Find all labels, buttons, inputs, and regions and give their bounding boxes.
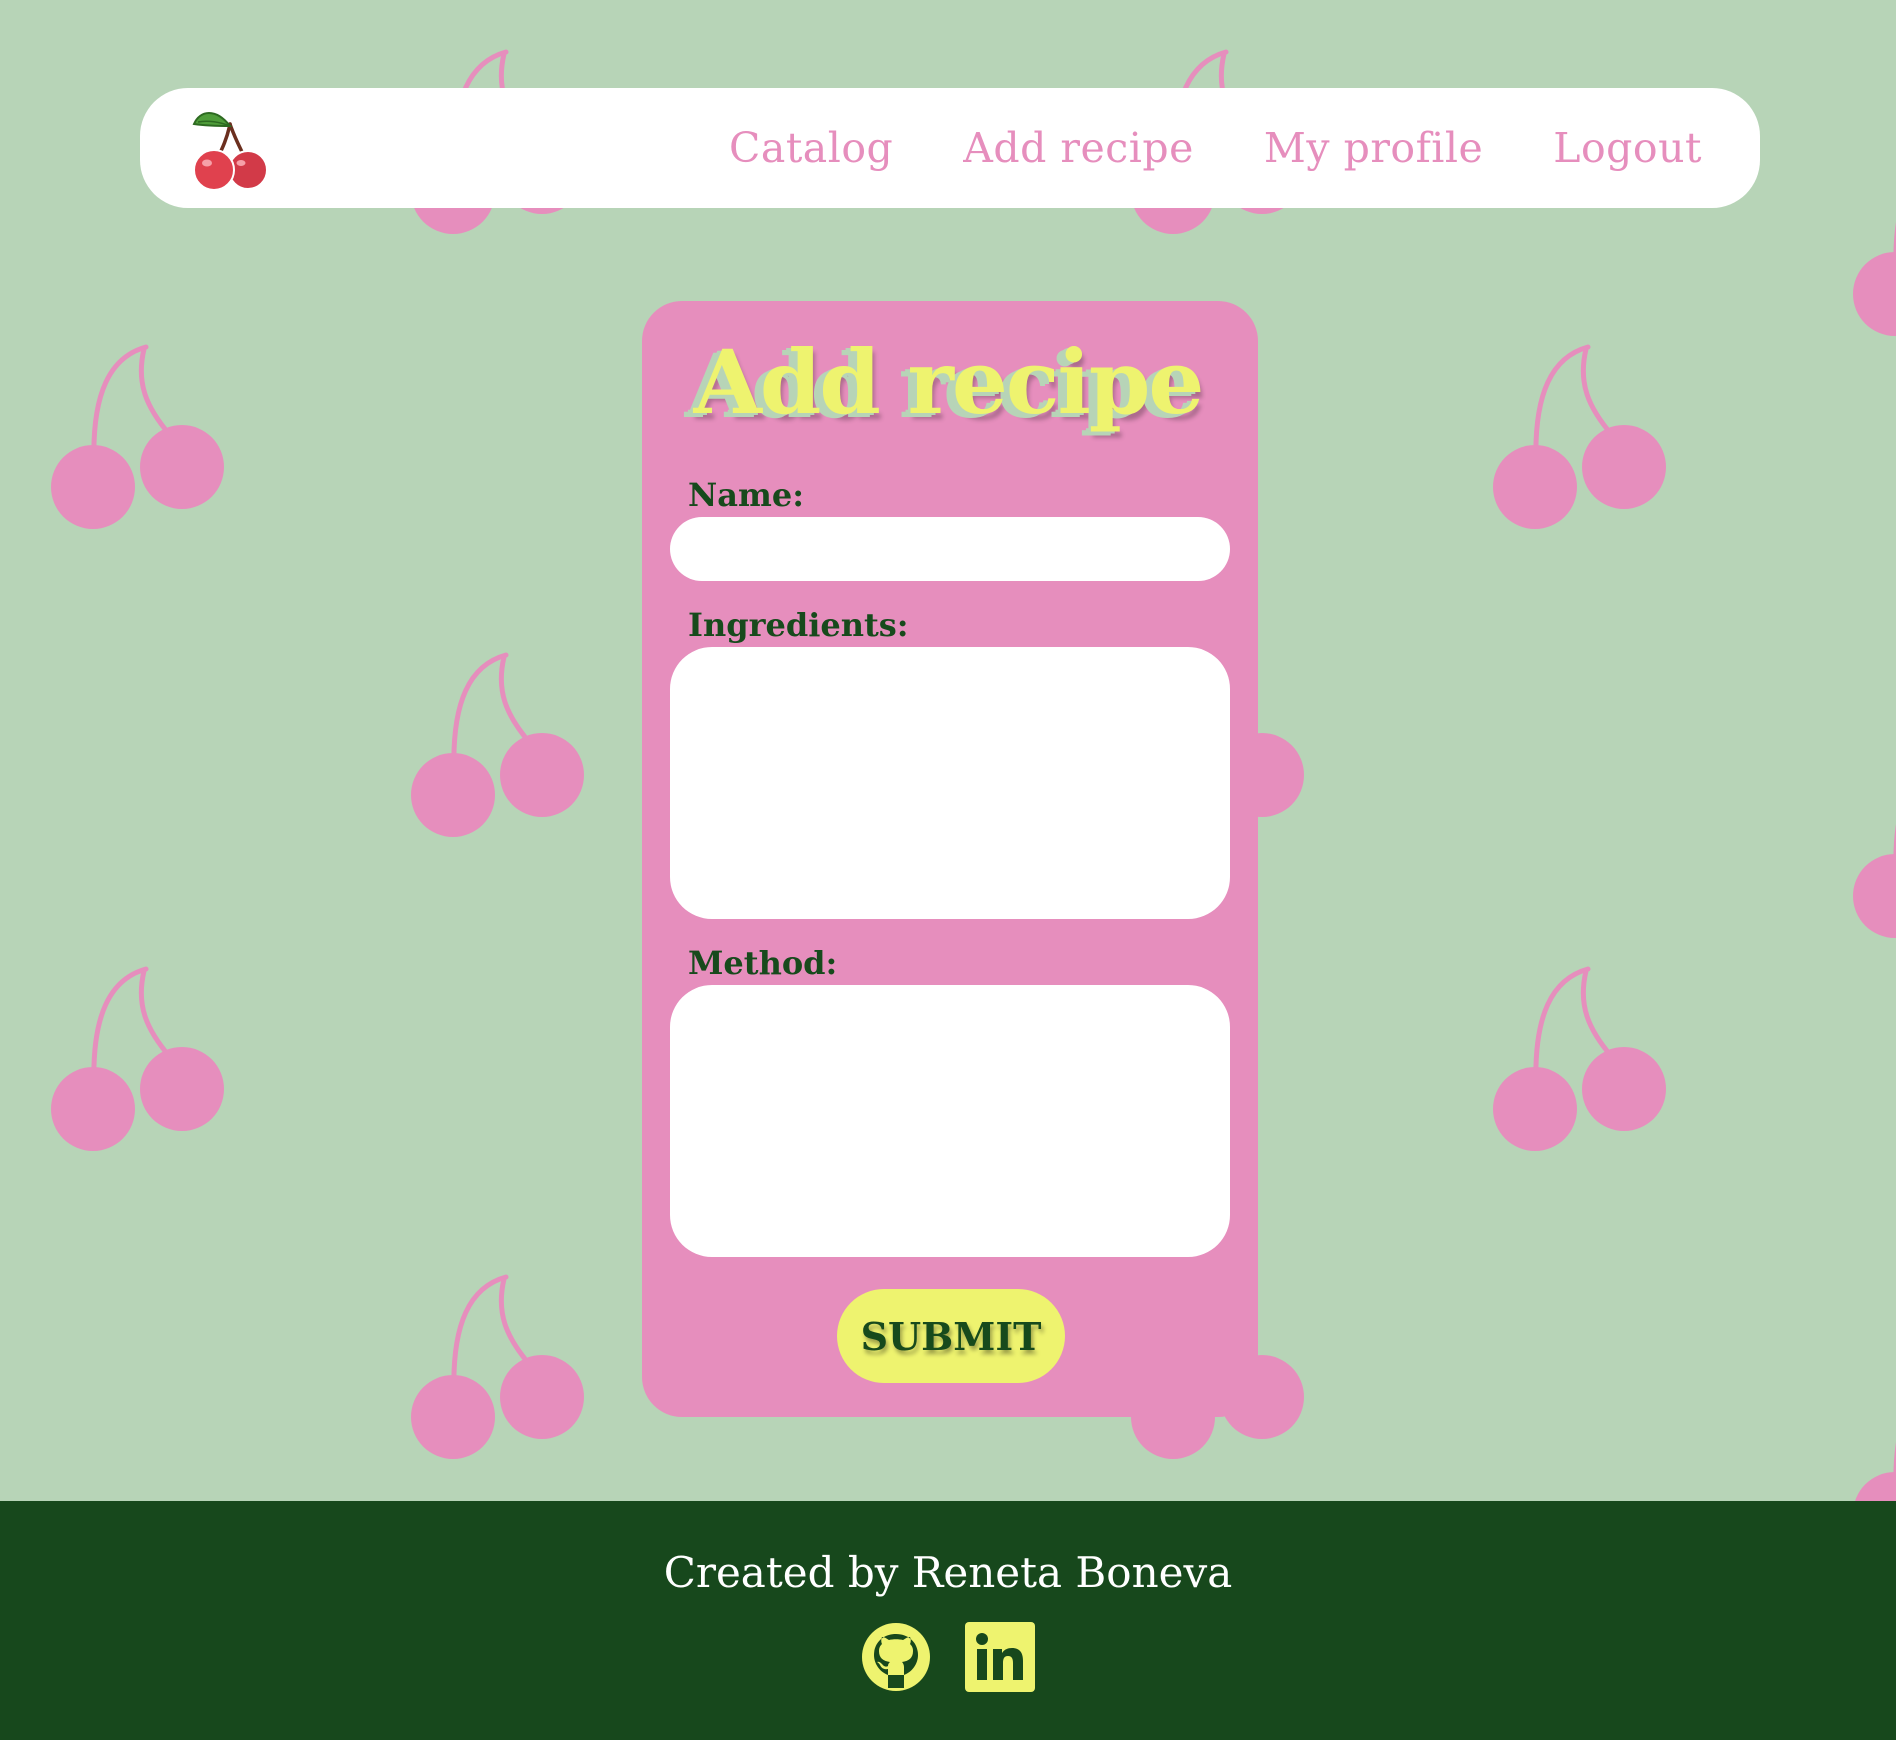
footer: Created by Reneta Boneva: [0, 1501, 1896, 1740]
name-label: Name:: [688, 476, 805, 514]
name-input[interactable]: [670, 517, 1230, 581]
navbar: Catalog Add recipe My profile Logout: [140, 88, 1760, 208]
nav-link-catalog[interactable]: Catalog: [729, 124, 893, 172]
linkedin-icon[interactable]: [965, 1622, 1035, 1692]
nav-links: Catalog Add recipe My profile Logout: [659, 88, 1702, 208]
nav-link-logout[interactable]: Logout: [1553, 124, 1702, 172]
cherry-pattern-icon: [411, 1274, 584, 1459]
cherry-pattern-icon: [51, 966, 224, 1151]
page-title: Add recipe: [693, 330, 1205, 434]
submit-button[interactable]: SUBMIT: [837, 1289, 1065, 1383]
method-label: Method:: [688, 944, 838, 982]
cherry-pattern-icon: [1853, 222, 1896, 336]
nav-link-my-profile[interactable]: My profile: [1264, 124, 1483, 172]
cherry-pattern-icon: [1493, 966, 1666, 1151]
ingredients-textarea[interactable]: [670, 647, 1230, 919]
cherry-pattern-icon: [1855, 1442, 1896, 1501]
method-textarea[interactable]: [670, 985, 1230, 1257]
cherry-pattern-icon: [1853, 824, 1896, 938]
nav-link-add-recipe[interactable]: Add recipe: [963, 124, 1194, 172]
github-icon[interactable]: [861, 1622, 931, 1692]
cherries-logo-icon[interactable]: [186, 104, 274, 192]
ingredients-label: Ingredients:: [688, 606, 909, 644]
cherry-pattern-icon: [411, 652, 584, 837]
footer-credit: Created by Reneta Boneva: [663, 1548, 1233, 1597]
